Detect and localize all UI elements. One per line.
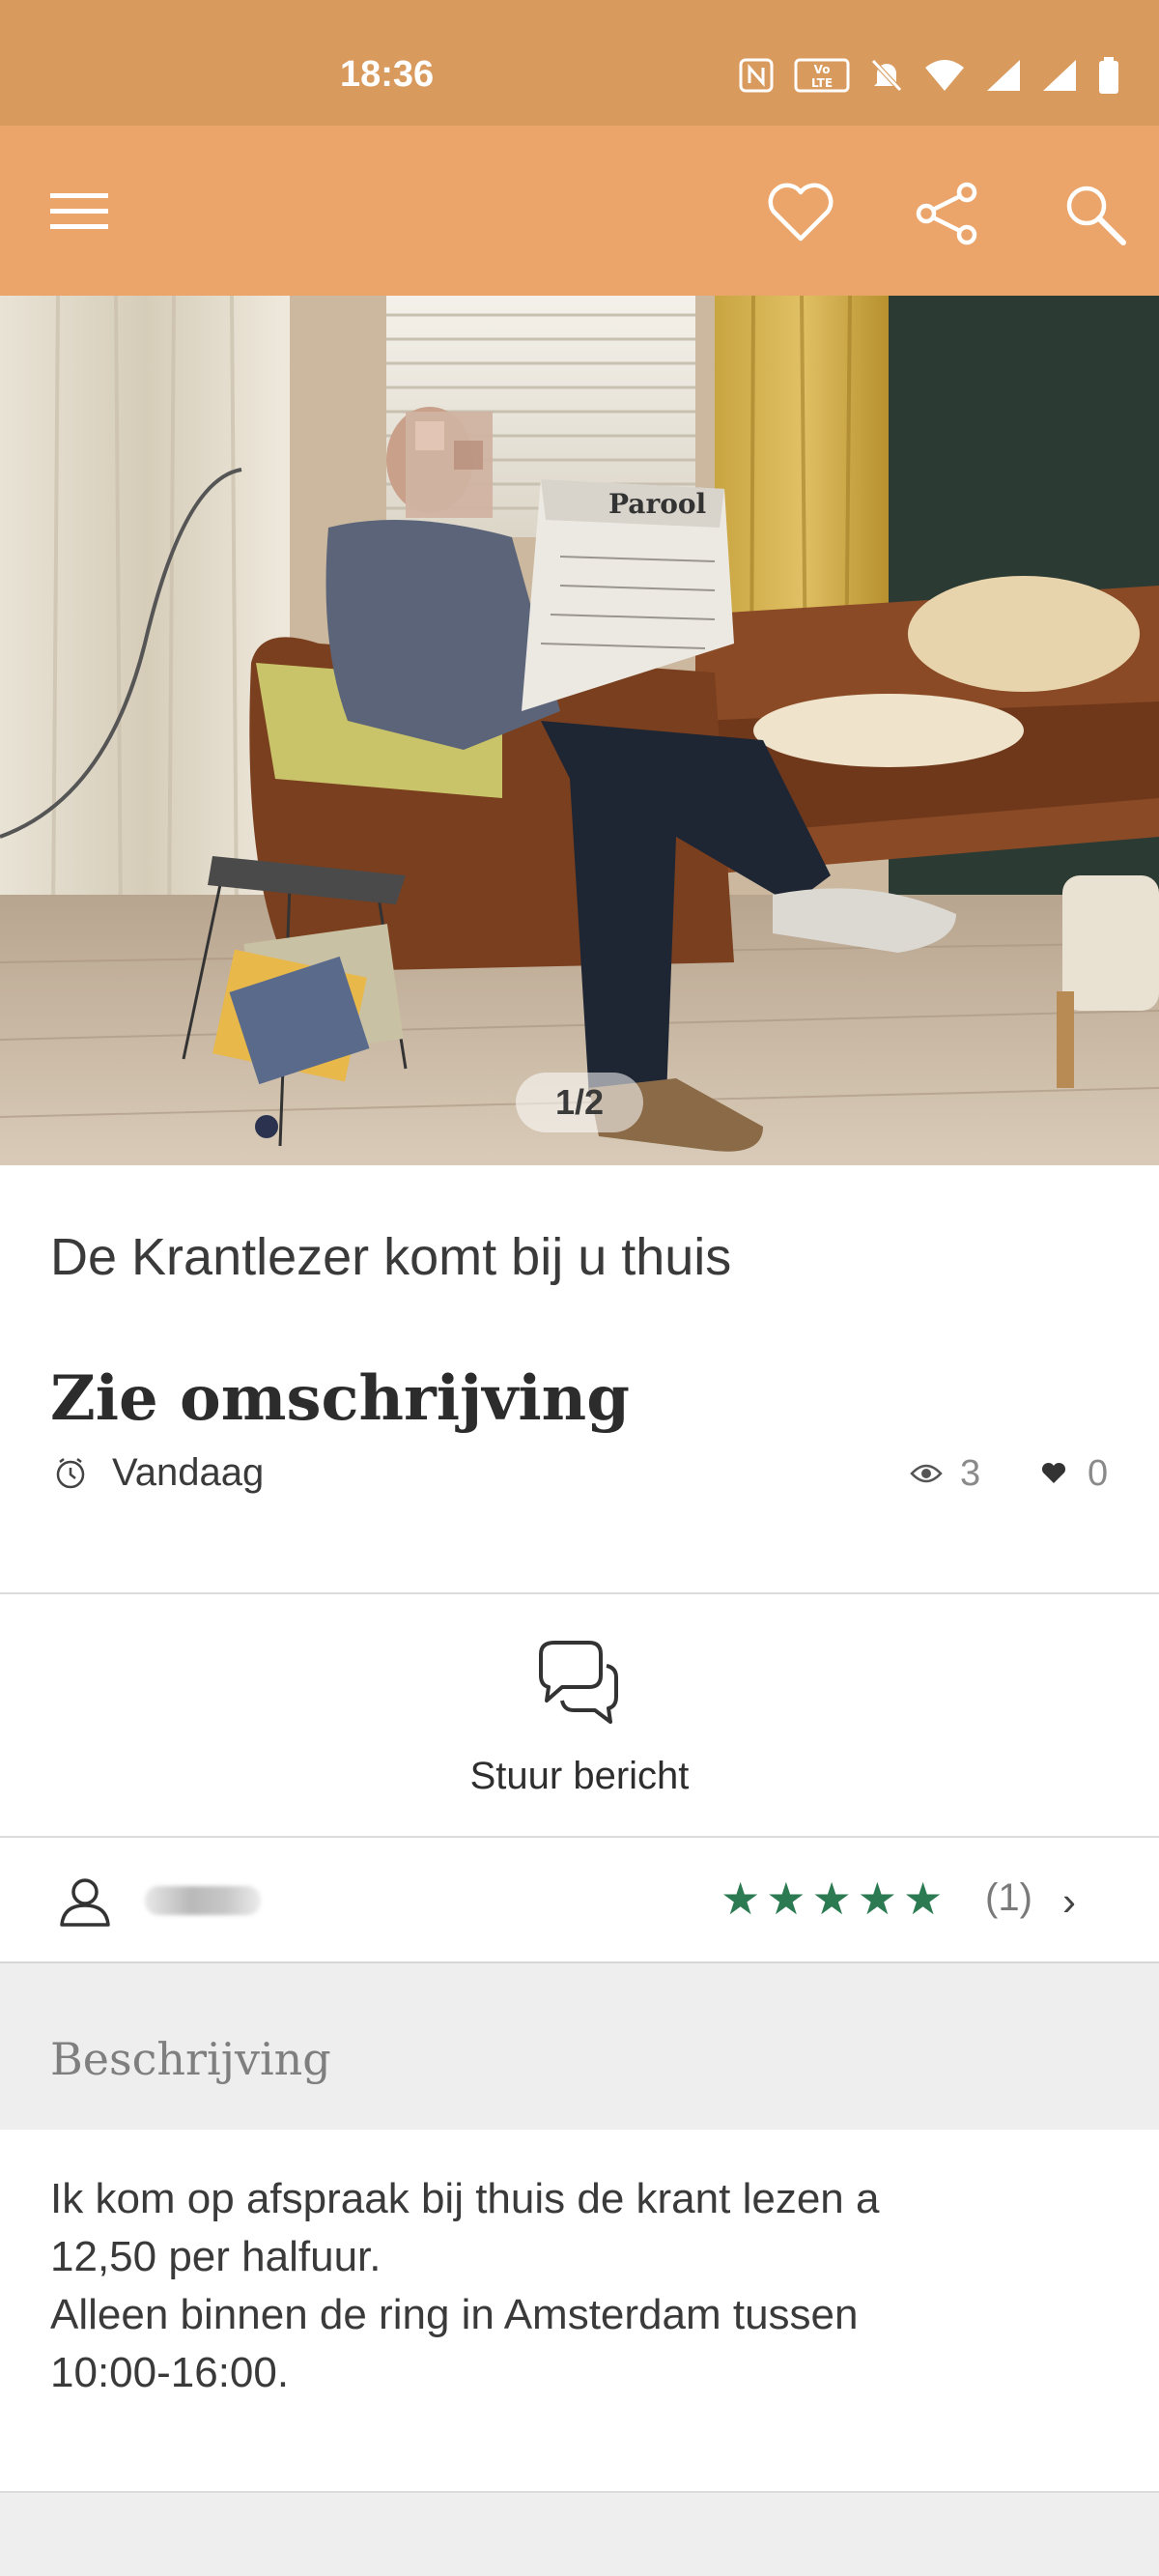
rating-stars: ★ ★ ★ ★ ★ [721,1876,943,1921]
rating-count: (1) [985,1876,1032,1919]
seller-row[interactable]: ★ ★ ★ ★ ★ (1) › [0,1838,1159,1961]
mute-icon [869,57,904,99]
description-line: 12,50 per halfuur. [50,2233,382,2280]
listing-date: Vandaag [112,1451,265,1494]
wifi-icon [923,58,966,98]
svg-text:Parool: Parool [608,488,706,520]
share-icon[interactable] [912,178,983,249]
seller-name-blurred [145,1886,261,1915]
clock-icon [54,1457,87,1490]
chevron-right-icon[interactable]: › [1062,1878,1076,1925]
volte-icon: Vo LTE [794,57,850,99]
listing-title: De Krantlezer komt bij u thuis [50,1228,732,1286]
listing-photo[interactable]: Parool [0,296,1159,1165]
listing-price: Zie omschrijving [50,1362,630,1435]
status-time: 18:36 [340,54,435,95]
hamburger-menu-icon[interactable] [50,189,118,238]
star-icon: ★ [766,1874,806,1924]
star-icon: ★ [903,1874,944,1924]
app-bar [0,126,1159,296]
image-counter: 1/2 [516,1073,643,1132]
heart-filled-icon [1041,1453,1066,1495]
send-message-label: Stuur bericht [469,1755,690,1797]
svg-text:Vo: Vo [814,63,831,76]
view-count: 3 [910,1453,980,1495]
svg-text:LTE: LTE [811,76,833,90]
star-icon: ★ [811,1874,852,1924]
user-icon [56,1873,114,1931]
status-icons: Vo LTE [738,56,1120,100]
star-icon: ★ [857,1874,897,1924]
send-message-button[interactable]: Stuur bericht [0,1594,1159,1836]
description-header-label: Beschrijving [50,2033,331,2085]
battery-icon [1097,56,1120,100]
heart-icon[interactable] [765,178,836,249]
like-count: 0 [1041,1453,1108,1495]
signal-icon-2 [1041,58,1078,98]
search-icon[interactable] [1059,178,1130,249]
description-line: Ik kom op afspraak bij thuis de krant le… [50,2175,880,2222]
listing-meta: Vandaag 3 0 [50,1447,1113,1502]
next-section-header [0,2491,1159,2576]
status-bar: 18:36 Vo LTE [0,0,1159,126]
view-count-value: 3 [960,1453,981,1494]
description-line: Alleen binnen de ring in Amsterdam tusse… [50,2291,859,2338]
description-text: Ik kom op afspraak bij thuis de krant le… [50,2170,1093,2402]
like-count-value: 0 [1088,1453,1109,1494]
app-bar-actions [765,178,1130,249]
star-icon: ★ [721,1874,761,1924]
signal-icon [985,58,1022,98]
eye-icon [910,1453,943,1495]
nfc-icon [738,57,775,99]
description-header: Beschrijving [0,1963,1159,2130]
chat-bubbles-icon [531,1633,628,1730]
description-line: 10:00-16:00. [50,2349,290,2396]
